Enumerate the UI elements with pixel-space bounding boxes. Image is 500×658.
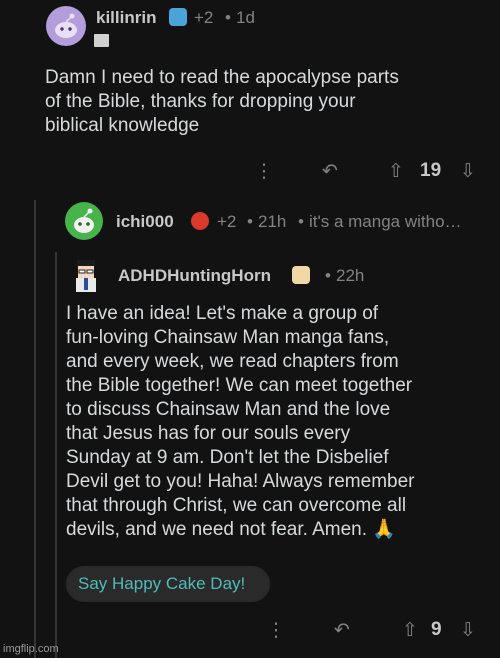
snoo-avatar-icon <box>55 13 77 38</box>
separator-dot: • <box>225 8 231 27</box>
comment-preview[interactable]: it's a manga witho… <box>309 212 462 232</box>
avatar[interactable] <box>65 202 103 240</box>
separator-dot: • <box>247 212 253 231</box>
downvote-icon[interactable]: ⇩ <box>455 158 481 184</box>
comment-body: I have an idea! Let's make a group of fu… <box>66 303 415 540</box>
comment-time: 21h <box>258 212 287 231</box>
comment-username[interactable]: ADHDHuntingHorn <box>118 266 271 286</box>
film-clapper-flair-icon <box>94 34 109 47</box>
thread-line-level1 <box>34 200 36 658</box>
comment-body: Damn I need to read the apocalypse parts… <box>45 67 399 136</box>
vote-count: 9 <box>431 619 442 640</box>
snoo-avatar-icon <box>74 208 94 233</box>
comment-time: 1d <box>236 8 255 27</box>
comment-username[interactable]: ichi000 <box>116 212 174 232</box>
comment-username[interactable]: killinrin <box>96 8 156 28</box>
happy-cake-day-button[interactable]: Say Happy Cake Day! <box>66 566 270 602</box>
score-badge: +2 <box>217 212 237 231</box>
fire-flair-icon <box>191 212 209 230</box>
achievement-flair-icon <box>169 8 187 26</box>
avatar[interactable] <box>46 6 86 46</box>
upvote-icon[interactable]: ⇧ <box>383 158 409 184</box>
character-avatar-icon <box>76 260 96 292</box>
more-options-icon[interactable]: ⋮ <box>264 617 288 643</box>
vote-count: 19 <box>420 160 442 181</box>
separator-dot: • <box>325 266 331 285</box>
cake-flair-icon <box>292 266 310 284</box>
separator-dot: • <box>298 212 304 231</box>
watermark: imgflip.com <box>3 643 59 655</box>
upvote-icon[interactable]: ⇧ <box>397 617 423 643</box>
avatar[interactable] <box>72 258 100 294</box>
reply-icon[interactable]: ↶ <box>316 158 344 184</box>
downvote-icon[interactable]: ⇩ <box>455 617 481 643</box>
reply-icon[interactable]: ↶ <box>328 617 356 643</box>
score-badge: +2 <box>194 8 214 27</box>
comment-time: 22h <box>336 266 365 285</box>
more-options-icon[interactable]: ⋮ <box>252 158 276 184</box>
thread-line-level2 <box>55 252 57 658</box>
